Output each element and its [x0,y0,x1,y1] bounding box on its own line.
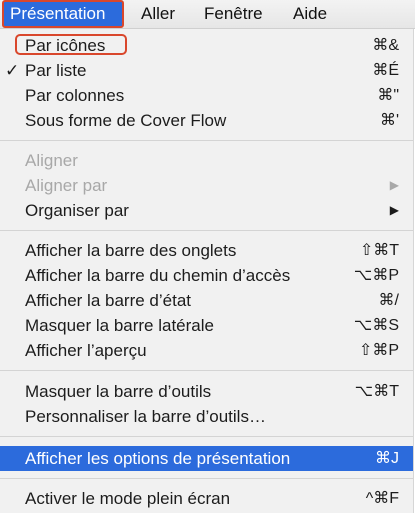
submenu-arrow-icon: ▶ [389,203,399,217]
menu-separator [0,140,413,141]
menu-item-par-liste[interactable]: ✓ Par liste ⌘É [0,58,413,83]
menu-item-label: Activer le mode plein écran [25,489,231,508]
keyboard-shortcut: ⌥⌘S [353,317,399,334]
submenu-arrow-icon: ▶ [389,178,399,192]
menu-item-label: Afficher la barre des onglets [25,241,237,260]
keyboard-shortcut: ⌘J [375,450,399,467]
menu-item-label: Afficher l’aperçu [25,341,147,360]
keyboard-shortcut: ⌘" [377,87,399,104]
menu-bar: Présentation Aller Fenêtre Aide [0,0,415,29]
menu-item-show-tab-bar[interactable]: Afficher la barre des onglets ⇧⌘T [0,238,413,263]
menu-presentation[interactable]: Présentation [2,0,124,28]
menu-item-organiser-par[interactable]: Organiser par ▶ [0,198,413,223]
menu-item-show-status-bar[interactable]: Afficher la barre d’état ⌘/ [0,288,413,313]
keyboard-shortcut: ⇧⌘P [358,342,399,359]
menu-item-label: Masquer la barre d’outils [25,382,212,401]
menu-item-aligner: Aligner [0,148,413,173]
checkmark-icon: ✓ [5,61,20,80]
keyboard-shortcut: ⌥⌘P [353,267,399,284]
menu-item-label: Afficher la barre du chemin d’accès [25,266,291,285]
menu-item-show-path-bar[interactable]: Afficher la barre du chemin d’accès ⌥⌘P [0,263,413,288]
menu-aide[interactable]: Aide [293,0,327,28]
menu-fenetre[interactable]: Fenêtre [204,0,263,28]
menu-item-label: Par liste [25,61,87,80]
menu-item-show-preview[interactable]: Afficher l’aperçu ⇧⌘P [0,338,413,363]
menu-item-label: Aligner [25,151,78,170]
menu-separator [0,230,413,231]
menu-item-label: Par colonnes [25,86,125,105]
menu-item-label: Masquer la barre latérale [25,316,214,335]
annotation-highlight-box [15,34,127,55]
menu-separator [0,436,413,437]
menu-item-aligner-par: Aligner par ▶ [0,173,413,198]
keyboard-shortcut: ^⌘F [365,490,399,507]
menu-item-show-view-options[interactable]: Afficher les options de présentation ⌘J [0,446,413,471]
menu-item-hide-sidebar[interactable]: Masquer la barre latérale ⌥⌘S [0,313,413,338]
keyboard-shortcut: ⇧⌘T [359,242,399,259]
menu-item-customize-toolbar[interactable]: Personnaliser la barre d’outils… [0,404,413,429]
menu-separator [0,370,413,371]
menu-item-label: Personnaliser la barre d’outils… [25,407,266,426]
menu-separator [0,478,413,479]
menu-item-label: Aligner par [25,176,108,195]
presentation-dropdown-menu: Par icônes ⌘& ✓ Par liste ⌘É Par colonne… [0,29,414,513]
menu-item-cover-flow[interactable]: Sous forme de Cover Flow ⌘' [0,108,413,133]
menu-item-par-colonnes[interactable]: Par colonnes ⌘" [0,83,413,108]
keyboard-shortcut: ⌘' [379,112,399,129]
menu-item-label: Afficher les options de présentation [25,449,291,468]
menu-item-fullscreen[interactable]: Activer le mode plein écran ^⌘F [0,486,413,511]
menu-item-label: Sous forme de Cover Flow [25,111,227,130]
menu-item-label: Organiser par [25,201,129,220]
menu-item-hide-toolbar[interactable]: Masquer la barre d’outils ⌥⌘T [0,379,413,404]
keyboard-shortcut: ⌘/ [378,292,399,309]
keyboard-shortcut: ⌘& [372,37,399,54]
keyboard-shortcut: ⌘É [372,62,399,79]
menu-item-label: Afficher la barre d’état [25,291,191,310]
keyboard-shortcut: ⌥⌘T [354,383,399,400]
menu-aller[interactable]: Aller [141,0,175,28]
